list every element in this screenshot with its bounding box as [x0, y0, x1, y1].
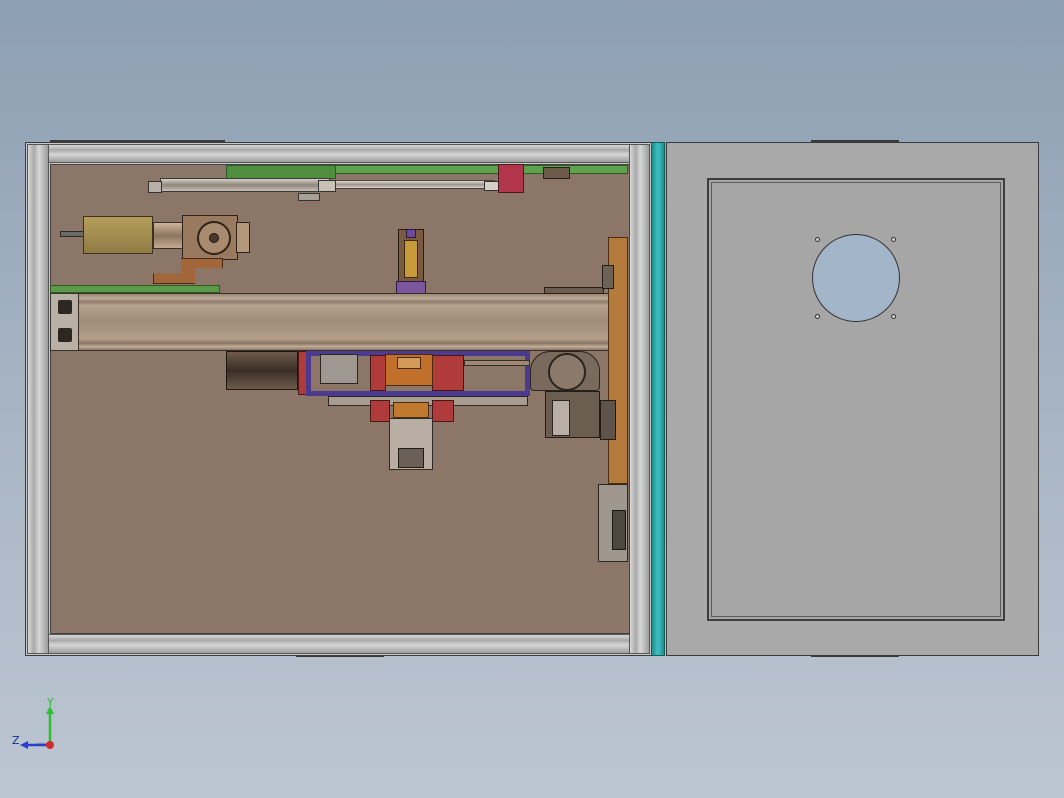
column-base-bolt [612, 510, 626, 550]
motor-shaft [60, 231, 84, 237]
actuator-clamp [398, 448, 424, 468]
profile-slot [58, 328, 72, 342]
right-frame-rail [629, 144, 650, 654]
rotary-gear [548, 353, 586, 391]
bottom-edge-mark [296, 655, 384, 657]
gripper-jaw [404, 240, 418, 278]
servo-motor[interactable] [83, 216, 153, 254]
lower-guide-rail [50, 285, 220, 293]
carriage-red-block [370, 355, 386, 391]
top-frame-rail [27, 144, 650, 163]
rotary-bracket [552, 400, 570, 436]
bearing-block [320, 354, 358, 384]
bottom-frame-rail [27, 634, 650, 654]
slider-nut [397, 357, 421, 369]
top-edge-mark [50, 140, 225, 142]
stop-block[interactable] [498, 164, 524, 193]
panel-bottom-mark [811, 655, 899, 657]
lower-slider [393, 402, 429, 418]
fan-cutout[interactable] [812, 234, 900, 322]
cad-viewport[interactable] [0, 0, 1064, 798]
axis-triad[interactable]: Y Z [12, 696, 82, 758]
column-clamp [600, 400, 616, 440]
rail-end-stop [543, 167, 570, 179]
column-clamp [602, 265, 614, 289]
carriage-red-block [432, 355, 464, 391]
rail-carriage-block[interactable] [226, 165, 336, 179]
panel-top-mark [811, 140, 899, 142]
lower-red-block [432, 400, 454, 422]
stepper-motor[interactable] [226, 351, 298, 390]
fan-screw-hole [891, 314, 896, 319]
fan-screw-hole [891, 237, 896, 242]
cylinder-fitting [298, 193, 320, 201]
beam-bracket [544, 287, 604, 294]
gearbox-shaft [209, 233, 219, 243]
cylinder-head [318, 180, 336, 192]
fan-screw-hole [815, 314, 820, 319]
lower-red-block [370, 400, 390, 422]
cylinder-end-cap [148, 181, 162, 193]
x-axis-dot [46, 741, 54, 749]
y-axis-label: Y [47, 696, 54, 709]
pneumatic-cylinder[interactable] [160, 178, 330, 192]
z-axis-label: Z [12, 734, 20, 747]
profile-slot [58, 300, 72, 314]
lead-screw [464, 360, 530, 366]
gearbox-output-cap [236, 222, 250, 253]
gripper-cap [406, 229, 416, 238]
left-frame-rail [27, 144, 49, 654]
shaft-coupler[interactable] [153, 222, 183, 249]
fan-screw-hole [815, 237, 820, 242]
z-axis-head [20, 741, 28, 749]
door-hinge-strip[interactable] [651, 142, 665, 656]
main-aluminium-beam[interactable] [78, 293, 628, 351]
